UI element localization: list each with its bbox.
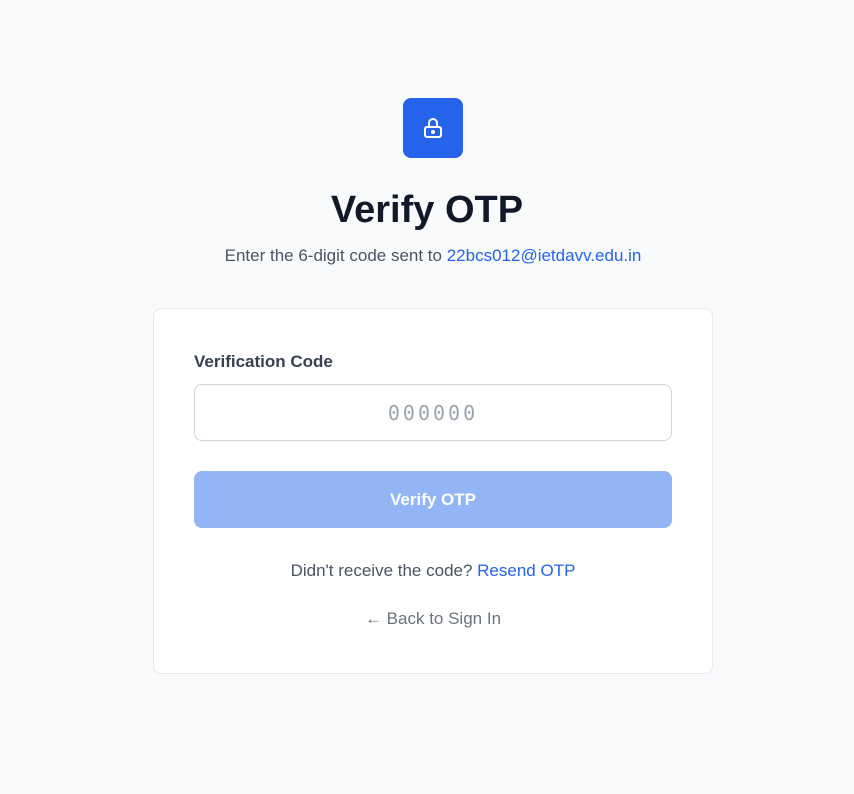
lock-badge	[403, 98, 463, 158]
verification-code-input[interactable]	[194, 384, 672, 441]
verification-card: Verification Code Verify OTP Didn't rece…	[153, 308, 713, 674]
otp-page: Verify OTP Enter the 6-digit code sent t…	[0, 0, 854, 794]
back-to-sign-in-link[interactable]: ← Back to Sign In	[154, 608, 712, 630]
page-subtitle: Enter the 6-digit code sent to 22bcs012@…	[0, 245, 854, 267]
verification-code-label: Verification Code	[194, 352, 333, 371]
email-address: 22bcs012@ietdavv.edu.in	[446, 246, 642, 265]
resend-prompt: Didn't receive the code?	[290, 561, 478, 580]
resend-otp-link[interactable]: Resend OTP	[477, 561, 575, 580]
page-title: Verify OTP	[330, 189, 524, 231]
resend-line: Didn't receive the code? Resend OTP	[154, 560, 712, 582]
subtitle-text: Enter the 6-digit code sent to	[224, 246, 447, 265]
verify-otp-button[interactable]: Verify OTP	[194, 471, 672, 528]
lock-icon	[424, 118, 442, 138]
